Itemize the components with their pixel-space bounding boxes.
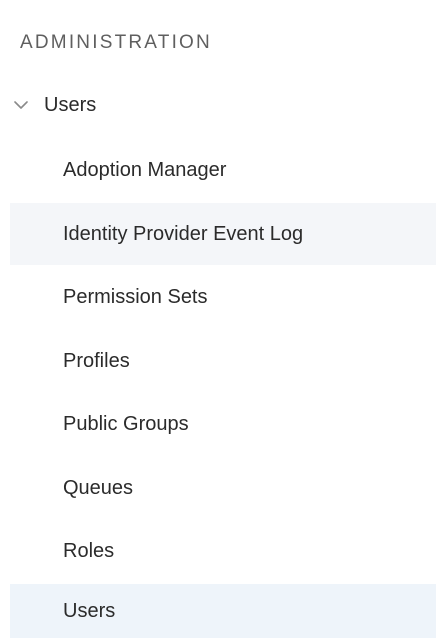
section-title-administration: ADMINISTRATION: [20, 32, 212, 53]
setup-navigation: ADMINISTRATION Users Adoption Manager Id…: [0, 0, 436, 638]
sidebar-item-identity-provider-event-log[interactable]: Identity Provider Event Log: [10, 203, 436, 265]
sidebar-item-adoption-manager[interactable]: Adoption Manager: [10, 139, 436, 201]
sidebar-item-label: Adoption Manager: [63, 159, 227, 181]
sidebar-item-label: Users: [63, 600, 116, 622]
group-label-users: Users: [44, 94, 97, 116]
sidebar-item-users[interactable]: Users: [10, 584, 436, 638]
sidebar-item-label: Queues: [63, 477, 134, 499]
sidebar-item-label: Roles: [63, 540, 115, 562]
sidebar-item-profiles[interactable]: Profiles: [10, 330, 436, 392]
group-toggle-users[interactable]: Users: [10, 90, 96, 120]
sidebar-item-permission-sets[interactable]: Permission Sets: [10, 266, 436, 328]
sidebar-item-label: Identity Provider Event Log: [63, 223, 304, 245]
sidebar-item-label: Permission Sets: [63, 286, 208, 308]
sidebar-item-queues[interactable]: Queues: [10, 457, 436, 519]
sidebar-item-roles[interactable]: Roles: [10, 520, 436, 582]
sidebar-item-label: Profiles: [63, 350, 130, 372]
sidebar-item-public-groups[interactable]: Public Groups: [10, 393, 436, 455]
sidebar-item-label: Public Groups: [63, 413, 189, 435]
chevron-down-icon: [10, 94, 32, 116]
